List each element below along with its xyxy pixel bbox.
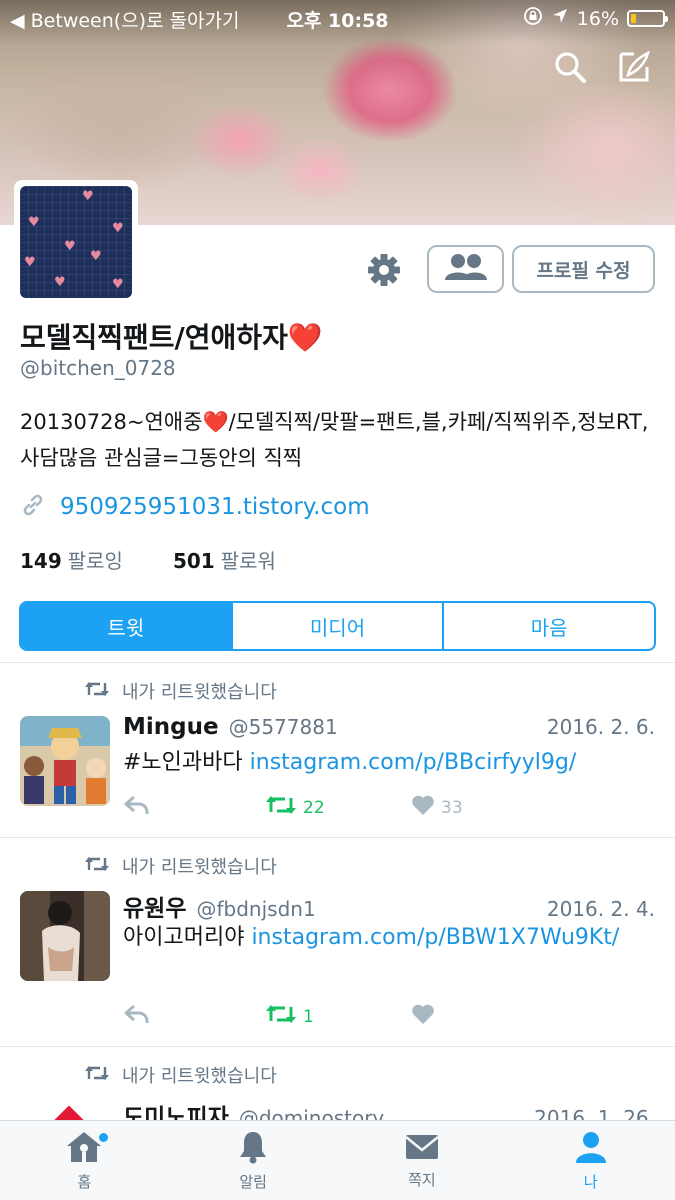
tab-likes[interactable]: 마음 (442, 603, 654, 649)
battery-percent: 16% (576, 7, 619, 30)
tweet-date: 2016. 2. 6. (546, 715, 655, 739)
reply-button[interactable] (123, 1003, 265, 1030)
profile-display-name: 모델직찍팬트/연애하자❤️ (20, 321, 323, 354)
search-icon[interactable] (551, 48, 589, 86)
tweet-item[interactable]: 내가 리트윗했습니다 도미노피자 @dominostory 2016. 1. 2… (0, 1046, 675, 1120)
tweet-author-name[interactable]: 유원우 (123, 889, 186, 923)
retweet-small-icon (84, 855, 110, 878)
orientation-lock-icon (523, 6, 543, 31)
edit-profile-button[interactable]: 프로필 수정 (512, 245, 655, 293)
tweet-link[interactable]: instagram.com/p/BBW1X7Wu9Kt/ (251, 925, 619, 950)
tweet-link[interactable]: instagram.com/p/BBcirfyyl9g/ (250, 750, 577, 775)
people-icon (443, 252, 489, 286)
tweet-item[interactable]: 내가 리트윗했습니다 Mingue @5577881 2016. 2. 6. #… (0, 662, 675, 837)
tweet-author-name[interactable]: Mingue (123, 714, 219, 740)
tweet-actions: 22 33 (123, 794, 463, 821)
reply-icon (123, 1003, 151, 1030)
profile-bio: 20130728~연애중❤️/모델직찍/맞팔=팬트,블,카페/직찍위주,정보RT… (20, 410, 649, 470)
tweet-author-handle: @dominostory (238, 1106, 385, 1120)
following-count[interactable]: 149 팔로잉 (20, 545, 123, 574)
tweet-avatar[interactable] (20, 716, 110, 806)
tweet-avatar[interactable] (20, 891, 110, 981)
envelope-icon (403, 1131, 441, 1167)
person-icon (573, 1129, 609, 1169)
tweet-text: #노인과바다 instagram.com/p/BBcirfyyl9g/ (123, 750, 577, 775)
battery-icon (627, 10, 668, 27)
followers-count[interactable]: 501 팔로워 (173, 545, 276, 574)
settings-gear-icon[interactable] (364, 250, 404, 290)
location-arrow-icon (551, 7, 569, 30)
nav-home[interactable]: 홈 (0, 1121, 169, 1200)
status-bar: ◀ Between(으)로 돌아가기 오후 10:58 16% (0, 0, 675, 36)
tweet-date: 2016. 1. 26. (534, 1106, 655, 1120)
profile-website-link[interactable]: 950925951031.tistory.com (60, 494, 370, 520)
nav-notifications[interactable]: 알림 (169, 1121, 338, 1200)
tweet-header: 유원우 @fbdnjsdn1 2016. 2. 4. (123, 889, 655, 923)
profile-tabs: 트윗 미디어 마음 (19, 601, 656, 651)
heart-icon (411, 1003, 435, 1030)
tweet-author-name[interactable]: 도미노피자 (123, 1098, 229, 1120)
tweet-text: 아이고머리야 instagram.com/p/BBW1X7Wu9Kt/ (123, 925, 620, 950)
retweet-context: 내가 리트윗했습니다 (84, 853, 277, 879)
tweet-avatar[interactable] (53, 1105, 85, 1120)
follow-counts: 149 팔로잉 501 팔로워 (20, 545, 276, 574)
reply-button[interactable] (123, 794, 265, 821)
compose-tweet-icon[interactable] (615, 48, 653, 86)
avatar-image: ♥ ♥ ♥ ♥ ♥ ♥ ♥ ♥ (20, 186, 132, 298)
header-actions (551, 48, 653, 86)
bottom-tab-bar: 홈 알림 쪽지 나 (0, 1120, 675, 1200)
tab-media[interactable]: 미디어 (230, 603, 443, 649)
profile-link-row: 950925951031.tistory.com (20, 492, 370, 522)
lists-button[interactable] (427, 245, 504, 293)
nav-me[interactable]: 나 (506, 1121, 675, 1200)
nav-messages[interactable]: 쪽지 (338, 1121, 507, 1200)
tweet-header: Mingue @5577881 2016. 2. 6. (123, 714, 655, 740)
retweet-context: 내가 리트윗했습니다 (84, 678, 277, 704)
tweet-author-handle: @5577881 (228, 715, 338, 739)
like-button[interactable] (411, 1003, 441, 1030)
tweet-header: 도미노피자 @dominostory 2016. 1. 26. (123, 1098, 655, 1120)
link-icon (20, 492, 46, 522)
retweet-icon (265, 1003, 297, 1030)
retweet-small-icon (84, 1064, 110, 1087)
retweet-context: 내가 리트윗했습니다 (84, 1062, 277, 1088)
profile-avatar[interactable]: ♥ ♥ ♥ ♥ ♥ ♥ ♥ ♥ (14, 180, 138, 304)
retweet-small-icon (84, 680, 110, 703)
bell-icon (235, 1129, 271, 1169)
tab-tweets[interactable]: 트윗 (21, 603, 231, 649)
like-button[interactable]: 33 (411, 794, 463, 821)
reply-icon (123, 794, 151, 821)
heart-icon (411, 794, 435, 821)
retweet-icon (265, 794, 297, 821)
tweet-actions: 1 (123, 1003, 441, 1030)
status-indicators: 16% (523, 6, 668, 31)
notification-dot (99, 1133, 108, 1142)
tweet-item[interactable]: 내가 리트윗했습니다 유원우 @fbdnjsdn1 2016. 2. 4. 아이… (0, 837, 675, 1047)
profile-handle: @bitchen_0728 (20, 356, 176, 380)
tweet-author-handle: @fbdnjsdn1 (196, 897, 316, 921)
retweet-button[interactable]: 22 (265, 794, 411, 821)
retweet-button[interactable]: 1 (265, 1003, 411, 1030)
tweet-date: 2016. 2. 4. (546, 897, 655, 921)
